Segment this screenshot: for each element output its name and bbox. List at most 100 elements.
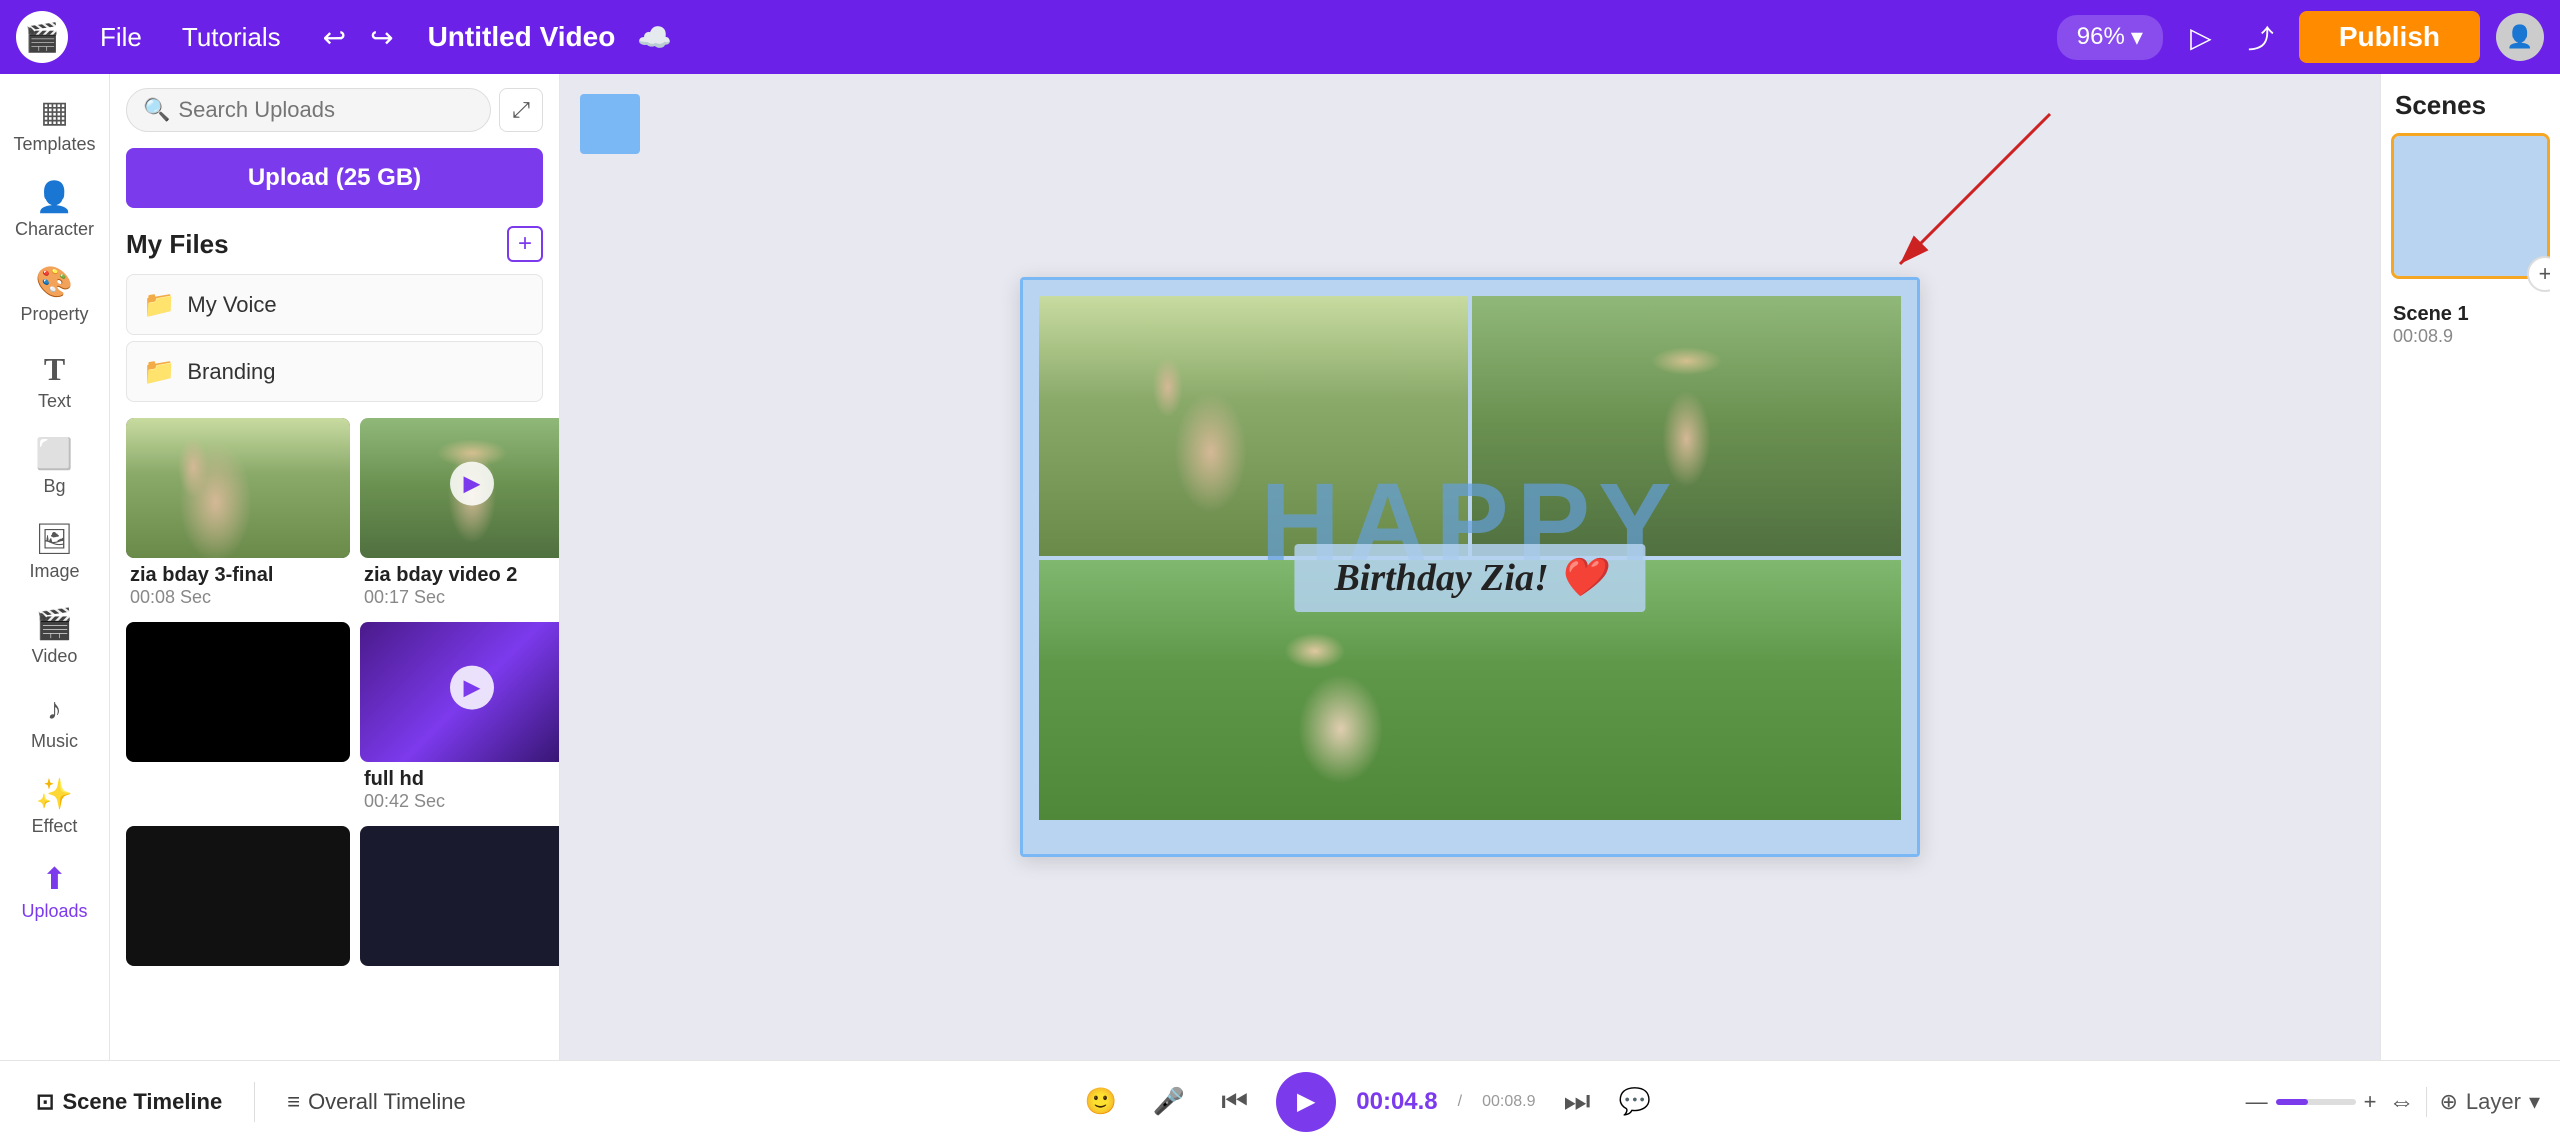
sidebar-item-character[interactable]: 👤 Character <box>0 169 109 254</box>
file-thumbnail[interactable]: ▶ <box>360 622 559 762</box>
scene-card[interactable]: + <box>2391 133 2550 279</box>
topbar-actions: ▷ ⤴ Publish 👤 <box>2179 11 2544 63</box>
skip-back-button[interactable]: ⏮ <box>1213 1077 1256 1127</box>
property-icon: 🎨 <box>36 268 73 298</box>
project-title: Untitled Video <box>428 21 616 53</box>
file-duration: 00:17 Sec <box>364 587 559 608</box>
sidebar-item-text[interactable]: T Text <box>0 339 109 426</box>
file-thumbnail[interactable] <box>126 418 350 558</box>
sidebar-item-effect-label: Effect <box>32 816 78 837</box>
sidebar-item-image[interactable]: 🖼 Image <box>0 511 109 596</box>
add-files-button[interactable]: + <box>507 226 543 262</box>
tab-overall-timeline-label: Overall Timeline <box>308 1089 466 1115</box>
sidebar-item-property-label: Property <box>20 304 88 325</box>
music-icon: ♪ <box>47 695 62 725</box>
preview-play-button[interactable]: ▷ <box>2179 15 2223 59</box>
zoom-control[interactable]: 96% ▾ <box>2057 15 2163 60</box>
user-avatar[interactable]: 👤 <box>2496 13 2544 61</box>
birthday-banner[interactable]: Birthday Zia! ❤️ <box>1294 544 1645 612</box>
collage-cell-top-right <box>1472 296 1901 556</box>
tab-overall-timeline[interactable]: ≡ Overall Timeline <box>271 1081 482 1123</box>
folder-icon: 📁 <box>143 356 175 387</box>
right-sidebar-scenes: Scenes + Scene 1 00:08.9 <box>2380 74 2560 1060</box>
sidebar-item-text-label: Text <box>38 391 71 412</box>
scene-label: Scene 1 <box>2391 303 2550 326</box>
left-sidebar: ▦ Templates 👤 Character 🎨 Property T Tex… <box>0 74 110 1060</box>
list-item[interactable] <box>360 826 559 976</box>
sidebar-item-property[interactable]: 🎨 Property <box>0 254 109 339</box>
search-icon: 🔍 <box>143 97 170 123</box>
video-icon: 🎬 <box>36 610 73 640</box>
file-info: full hd 00:42 Sec <box>360 762 559 816</box>
playback-controls: 🙂 🎤 ⏮ ▶ 00:04.8 / 00:08.9 ⏭ 💬 <box>498 1072 2230 1132</box>
image-icon: 🖼 <box>35 525 73 555</box>
scene-add-button[interactable]: + <box>2527 256 2550 292</box>
file-menu[interactable]: File <box>84 14 158 61</box>
sidebar-item-music[interactable]: ♪ Music <box>0 681 109 766</box>
sidebar-item-uploads-label: Uploads <box>21 901 87 922</box>
sidebar-item-character-label: Character <box>15 219 94 240</box>
sidebar-item-templates-label: Templates <box>13 134 95 155</box>
undo-redo-group: ↩ ↪ <box>313 13 404 62</box>
sidebar-item-bg[interactable]: ⬜ Bg <box>0 426 109 511</box>
file-info: zia bday 3-final 00:08 Sec <box>126 558 350 612</box>
skip-forward-button[interactable]: ⏭ <box>1556 1077 1599 1127</box>
tutorials-menu[interactable]: Tutorials <box>166 14 297 61</box>
tab-scene-timeline[interactable]: ⊡ Scene Timeline <box>20 1081 238 1123</box>
collage-cell-top-left <box>1039 296 1468 556</box>
file-name: zia bday video 2 <box>364 564 559 587</box>
file-info: zia bday video 2 00:17 Sec <box>360 558 559 612</box>
file-duration: 00:08 Sec <box>130 587 346 608</box>
expand-button[interactable]: ⤢ <box>499 88 543 132</box>
templates-icon: ▦ <box>40 98 68 128</box>
file-thumbnail[interactable] <box>360 826 559 966</box>
app-logo[interactable]: 🎬 <box>16 11 68 63</box>
file-thumbnail[interactable] <box>126 622 350 762</box>
expand-arrows-button[interactable]: ⇔ <box>2388 1086 2414 1117</box>
scene-face-button[interactable]: 🙂 <box>1077 1078 1125 1125</box>
folder-item-branding[interactable]: 📁 Branding <box>126 341 543 402</box>
redo-button[interactable]: ↪ <box>360 13 403 62</box>
total-time: 00:08.9 <box>1482 1093 1535 1111</box>
list-item[interactable] <box>126 622 350 816</box>
list-item[interactable]: ▶ full hd 00:42 Sec <box>360 622 559 816</box>
list-item[interactable]: zia bday 3-final 00:08 Sec <box>126 418 350 612</box>
folder-item-myvoice[interactable]: 📁 My Voice <box>126 274 543 335</box>
sidebar-item-templates[interactable]: ▦ Templates <box>0 84 109 169</box>
play-icon: ▶ <box>1297 1087 1315 1116</box>
zoom-slider[interactable] <box>2276 1099 2356 1105</box>
sidebar-item-video[interactable]: 🎬 Video <box>0 596 109 681</box>
zoom-minus-icon: — <box>2246 1089 2268 1115</box>
undo-button[interactable]: ↩ <box>313 13 356 62</box>
search-input[interactable] <box>178 97 474 123</box>
bg-icon: ⬜ <box>36 440 73 470</box>
time-separator: / <box>1458 1093 1462 1111</box>
upload-button[interactable]: Upload (25 GB) <box>126 148 543 208</box>
share-button[interactable]: ⤴ <box>2239 15 2283 59</box>
layer-button[interactable]: ⊕ Layer ▾ <box>2439 1089 2540 1115</box>
file-info <box>126 966 350 976</box>
captions-button[interactable]: 💬 <box>1619 1086 1651 1117</box>
timeline-tabs: ⊡ Scene Timeline ≡ Overall Timeline <box>20 1081 482 1123</box>
list-item[interactable]: ▶ zia bday video 2 00:17 Sec <box>360 418 559 612</box>
divider <box>2426 1087 2427 1117</box>
panel-content: My Files + 📁 My Voice 📁 Branding <box>110 216 559 1060</box>
cloud-save-icon[interactable]: ☁️ <box>637 21 672 54</box>
zoom-value: 96% <box>2077 23 2125 51</box>
publish-button[interactable]: Publish <box>2299 11 2480 63</box>
play-overlay-icon: ▶ <box>450 462 494 506</box>
sidebar-item-effect[interactable]: ✨ Effect <box>0 766 109 851</box>
sidebar-item-music-label: Music <box>31 731 78 752</box>
play-pause-button[interactable]: ▶ <box>1276 1072 1336 1132</box>
file-thumbnail[interactable]: ▶ <box>360 418 559 558</box>
sidebar-item-uploads[interactable]: ⬆ Uploads <box>0 851 109 936</box>
file-thumbnail[interactable] <box>126 826 350 966</box>
canvas-element-blue-square[interactable] <box>580 94 640 154</box>
file-name: full hd <box>364 768 559 791</box>
mic-button[interactable]: 🎤 <box>1145 1078 1193 1125</box>
scenes-list: + Scene 1 00:08.9 <box>2391 133 2550 1044</box>
canvas-frame[interactable]: HAPPY Birthday Zia! ❤️ <box>1020 277 1920 857</box>
folder-list: 📁 My Voice 📁 Branding <box>110 268 559 408</box>
scene-thumbnail <box>2394 136 2547 276</box>
list-item[interactable] <box>126 826 350 976</box>
